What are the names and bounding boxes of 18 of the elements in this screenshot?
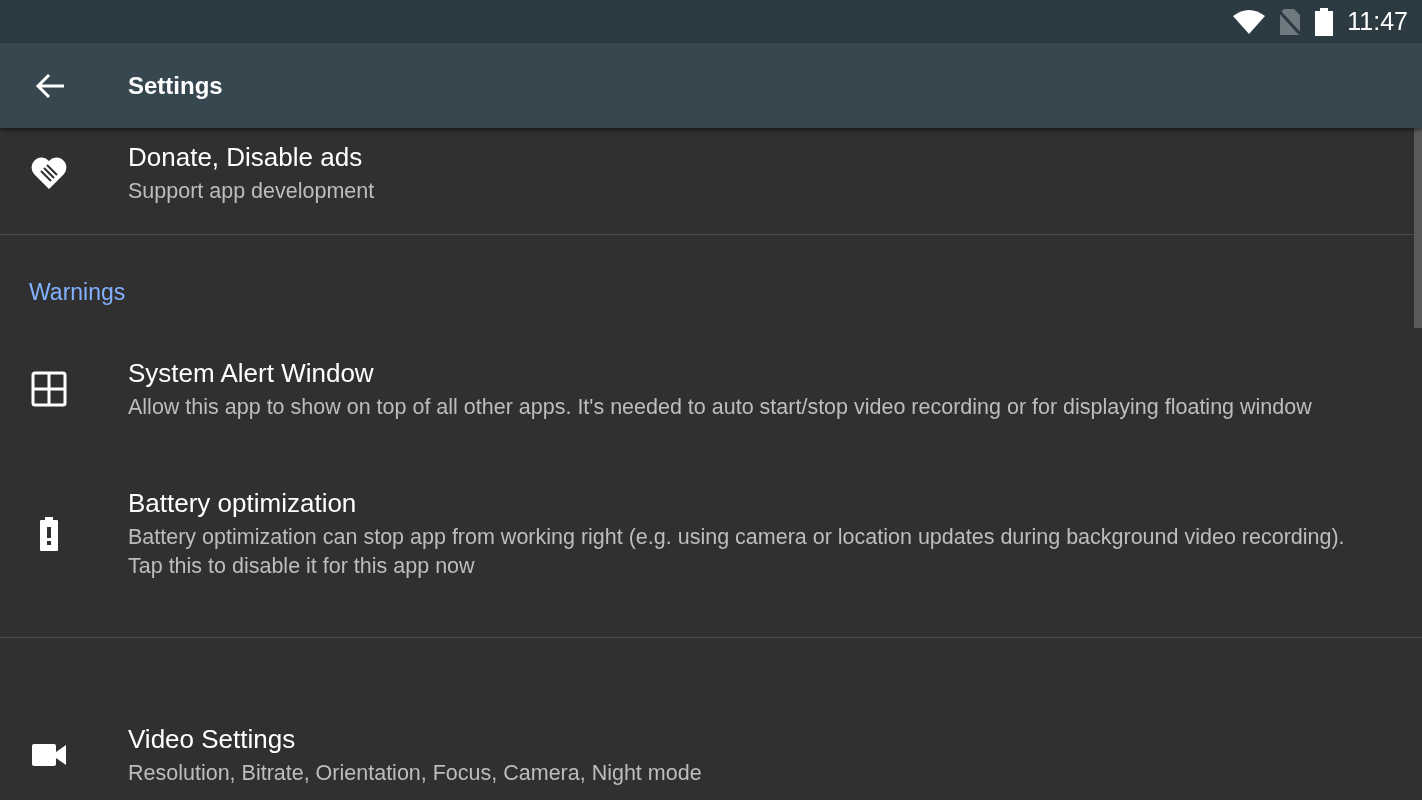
setting-title[interactable]: Battery optimization xyxy=(128,486,1352,520)
setting-summary: Resolution, Bitrate, Orientation, Focus, Camera, Night mode xyxy=(128,760,702,787)
setting-title[interactable]: System Alert Window xyxy=(128,356,1312,390)
wifi-icon xyxy=(1233,9,1266,34)
no-sim-icon xyxy=(1279,8,1302,35)
back-icon[interactable] xyxy=(35,72,65,99)
setting-summary: Support app development xyxy=(128,178,375,205)
grid-icon xyxy=(31,371,67,407)
toolbar-title: Settings xyxy=(128,71,223,100)
setting-title[interactable]: Donate, Disable ads xyxy=(128,140,375,174)
battery-icon xyxy=(1315,7,1334,36)
battery-alert-icon xyxy=(39,516,59,551)
setting-summary: Battery optimization can stop app from working right (e.g. using camera or location updates during background video recording). Tap this to disable it for this app now xyxy=(128,524,1346,580)
setting-title[interactable]: Video Settings xyxy=(128,722,702,756)
category-header: Warnings xyxy=(28,279,127,306)
video-camera-icon xyxy=(32,744,66,766)
clock-time: 11:47 xyxy=(1347,7,1408,36)
setting-summary: Allow this app to show on top of all other apps. It's needed to auto start/stop video recording or for displaying floating window xyxy=(128,394,1312,421)
